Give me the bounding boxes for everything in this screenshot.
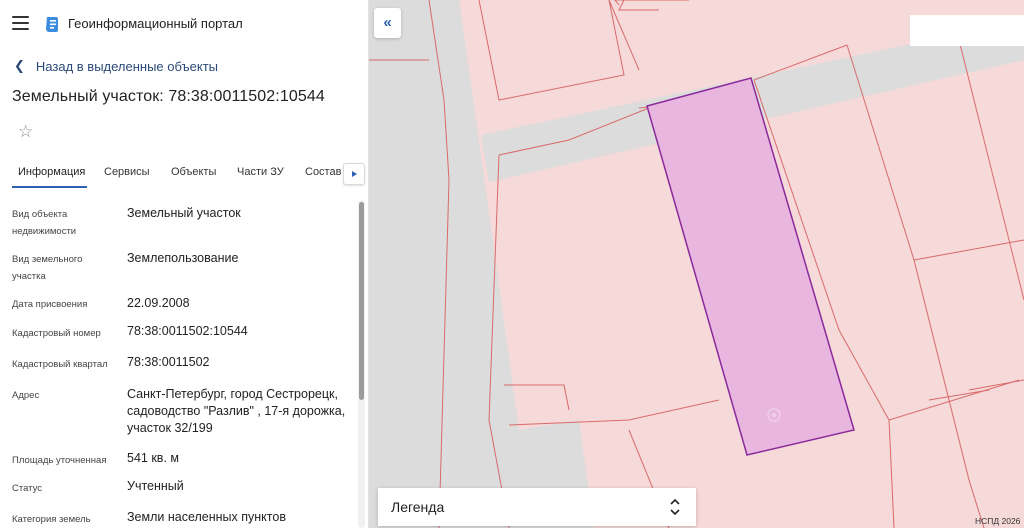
tab-services[interactable]: Сервисы	[104, 166, 150, 178]
info-value: 22.09.2008	[127, 296, 190, 310]
tab-composition[interactable]: Состав	[305, 166, 341, 178]
back-link-label: Назад в выделенные объекты	[35, 58, 219, 74]
info-value: Санкт-Петербург, город Сестрорецк, садов…	[127, 387, 346, 435]
legend-label: Легенда	[391, 499, 445, 515]
info-value: Учтенный	[127, 479, 184, 493]
info-value: 541 кв. м	[127, 451, 179, 465]
info-label: Вид объекта недвижимости	[12, 209, 77, 237]
favorite-star-icon[interactable]: ☆	[18, 123, 33, 140]
top-bar: Геоинформационный портал	[0, 0, 368, 48]
legend-dropdown[interactable]: Легенда	[378, 488, 696, 526]
chevron-left-icon: ❮	[14, 58, 25, 73]
info-value: Земельный участок	[127, 206, 241, 220]
scrollbar-thumb[interactable]	[359, 202, 364, 400]
app-title: Геоинформационный портал	[68, 16, 243, 31]
map-view[interactable]	[369, 0, 1024, 528]
info-label: Кадастровый квартал	[12, 359, 108, 370]
tab-objects[interactable]: Объекты	[171, 166, 216, 178]
info-label: Кадастровый номер	[12, 328, 101, 339]
cadastral-map-canvas[interactable]	[369, 0, 1024, 528]
info-scrollbar[interactable]	[358, 200, 365, 528]
chevron-up-down-icon	[670, 498, 680, 516]
info-label: Адрес	[12, 390, 40, 401]
info-value: 78:38:0011502:10544	[127, 324, 248, 338]
info-label: Категория земель	[12, 514, 91, 525]
map-copyright: НСПД 2026	[975, 516, 1021, 526]
info-label: Площадь уточненная	[12, 455, 107, 466]
tabs-scroll-right-button[interactable]	[343, 163, 365, 185]
info-label: Статус	[12, 483, 43, 494]
portal-logo-icon[interactable]	[44, 15, 61, 33]
back-to-selected-link[interactable]: ❮ Назад в выделенные объекты	[14, 58, 218, 74]
info-label: Дата присвоения	[12, 299, 88, 310]
info-panel: Геоинформационный портал ❮ Назад в выдел…	[0, 0, 369, 528]
collapse-panel-button[interactable]: «	[374, 8, 401, 38]
info-value: 78:38:0011502	[127, 355, 210, 369]
page-title: Земельный участок: 78:38:0011502:10544	[12, 88, 325, 105]
info-value: Землепользование	[127, 251, 239, 265]
map-search-input[interactable]	[910, 15, 1024, 46]
tab-information[interactable]: Информация	[18, 166, 85, 178]
info-value: Земли населенных пунктов	[127, 510, 286, 524]
tab-bar: Информация Сервисы Объекты Части ЗУ Сост…	[0, 155, 368, 191]
tab-parts[interactable]: Части ЗУ	[237, 166, 284, 178]
info-list: Вид объекта недвижимости Земельный участ…	[0, 198, 368, 528]
menu-icon[interactable]	[12, 16, 29, 30]
info-label: Вид земельного участка	[12, 254, 83, 282]
active-tab-indicator	[12, 186, 87, 188]
